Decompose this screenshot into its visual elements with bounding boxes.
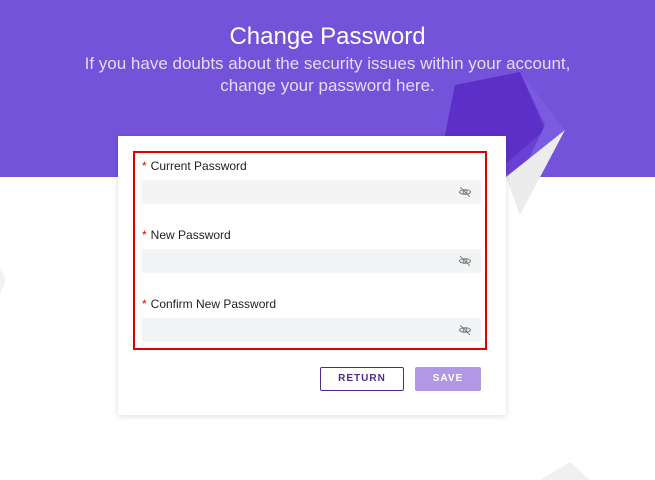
eye-slash-icon[interactable]	[458, 254, 472, 268]
eye-slash-icon[interactable]	[458, 185, 472, 199]
current-password-input-box[interactable]	[142, 180, 481, 204]
page-header: Change Password If you have doubts about…	[0, 22, 655, 97]
current-password-label: * Current Password	[142, 158, 481, 174]
new-password-label: * New Password	[142, 227, 481, 243]
confirm-password-input-box[interactable]	[142, 318, 481, 342]
page-subtitle-line-1: If you have doubts about the security is…	[84, 54, 571, 73]
save-button[interactable]: SAVE	[415, 367, 481, 391]
new-password-label-text: New Password	[150, 228, 231, 242]
required-mark: *	[142, 228, 147, 242]
current-password-field: * Current Password	[142, 158, 481, 204]
confirm-password-field: * Confirm New Password	[142, 296, 481, 342]
current-password-label-text: Current Password	[150, 159, 247, 173]
page-subtitle-line-2: change your password here.	[220, 76, 435, 95]
new-password-field: * New Password	[142, 227, 481, 273]
return-button[interactable]: RETURN	[320, 367, 404, 391]
change-password-card: * Current Password * New Password * Conf…	[118, 136, 506, 415]
eye-slash-icon[interactable]	[458, 323, 472, 337]
page-title: Change Password	[229, 23, 426, 50]
confirm-password-label: * Confirm New Password	[142, 296, 481, 312]
current-password-input[interactable]	[142, 180, 481, 204]
page: Change Password If you have doubts about…	[0, 0, 655, 480]
required-mark: *	[142, 159, 147, 173]
confirm-password-label-text: Confirm New Password	[150, 297, 277, 311]
required-mark: *	[142, 297, 147, 311]
new-password-input[interactable]	[142, 249, 481, 273]
new-password-input-box[interactable]	[142, 249, 481, 273]
confirm-password-input[interactable]	[142, 318, 481, 342]
